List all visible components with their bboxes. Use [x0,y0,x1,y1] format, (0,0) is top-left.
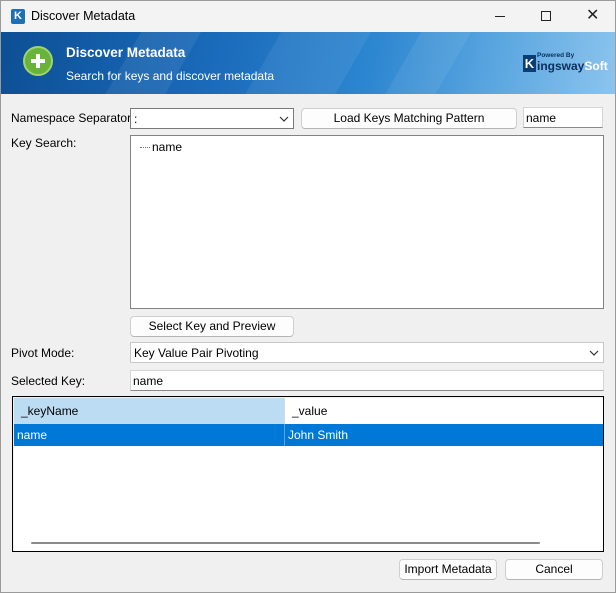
selected-key-value: name [133,374,164,388]
column-header-value[interactable]: _value [285,398,603,424]
discover-metadata-dialog: K Discover Metadata ✕ Discover Metadata … [0,0,616,593]
logo-brand: ingswaySoft [537,59,608,73]
minimize-button[interactable] [477,1,523,32]
banner-decoration [375,32,477,94]
selected-key-input[interactable]: name [130,370,604,391]
namespace-separator-label: Namespace Separator: [11,111,135,125]
grid-header: _keyName _value [14,398,603,424]
pivot-mode-select[interactable]: Key Value Pair Pivoting [130,342,604,363]
key-search-tree[interactable]: name [130,135,604,309]
banner-decoration [95,32,207,94]
key-pattern-input[interactable]: name [523,107,603,128]
scrollbar-thumb[interactable] [31,542,540,544]
minimize-icon [495,16,505,17]
import-metadata-button[interactable]: Import Metadata [399,559,497,580]
banner-title: Discover Metadata [66,45,186,60]
close-icon: ✕ [586,7,600,24]
title-bar: K Discover Metadata ✕ [1,1,615,32]
select-key-preview-button[interactable]: Select Key and Preview [130,316,294,337]
maximize-icon [541,11,551,21]
tree-connector [140,147,150,148]
kingswaysoft-logo: Powered By K ingswaySoft [523,52,611,74]
header-banner: Discover Metadata Search for keys and di… [1,32,615,94]
cancel-button[interactable]: Cancel [505,559,603,580]
chevron-down-icon [279,114,289,124]
pivot-mode-label: Pivot Mode: [11,346,75,360]
cell-value[interactable]: John Smith [285,424,603,446]
maximize-button[interactable] [523,1,569,32]
selected-key-label: Selected Key: [11,374,86,388]
horizontal-scrollbar[interactable] [14,536,603,551]
table-row[interactable]: name John Smith [14,424,603,446]
add-icon [23,46,53,76]
close-button[interactable]: ✕ [569,1,615,32]
namespace-separator-value: : [134,112,138,126]
column-header-keyname[interactable]: _keyName [14,398,285,424]
banner-decoration [235,32,377,94]
key-search-label: Key Search: [11,136,77,150]
grid-empty-area [14,446,603,536]
load-keys-button[interactable]: Load Keys Matching Pattern [301,108,517,129]
chevron-down-icon [589,348,599,358]
pivot-mode-value: Key Value Pair Pivoting [134,346,259,360]
window-title: Discover Metadata [31,9,136,23]
preview-grid[interactable]: _keyName _value name John Smith [12,396,604,552]
logo-powered-by: Powered By [537,52,575,59]
banner-subtitle: Search for keys and discover metadata [66,69,275,83]
tree-node-name[interactable]: name [151,140,183,154]
app-icon: K [11,9,25,24]
logo-k-icon: K [523,55,536,72]
namespace-separator-select[interactable]: : [130,108,294,129]
key-pattern-value: name [526,111,557,125]
cell-keyname[interactable]: name [14,424,285,446]
